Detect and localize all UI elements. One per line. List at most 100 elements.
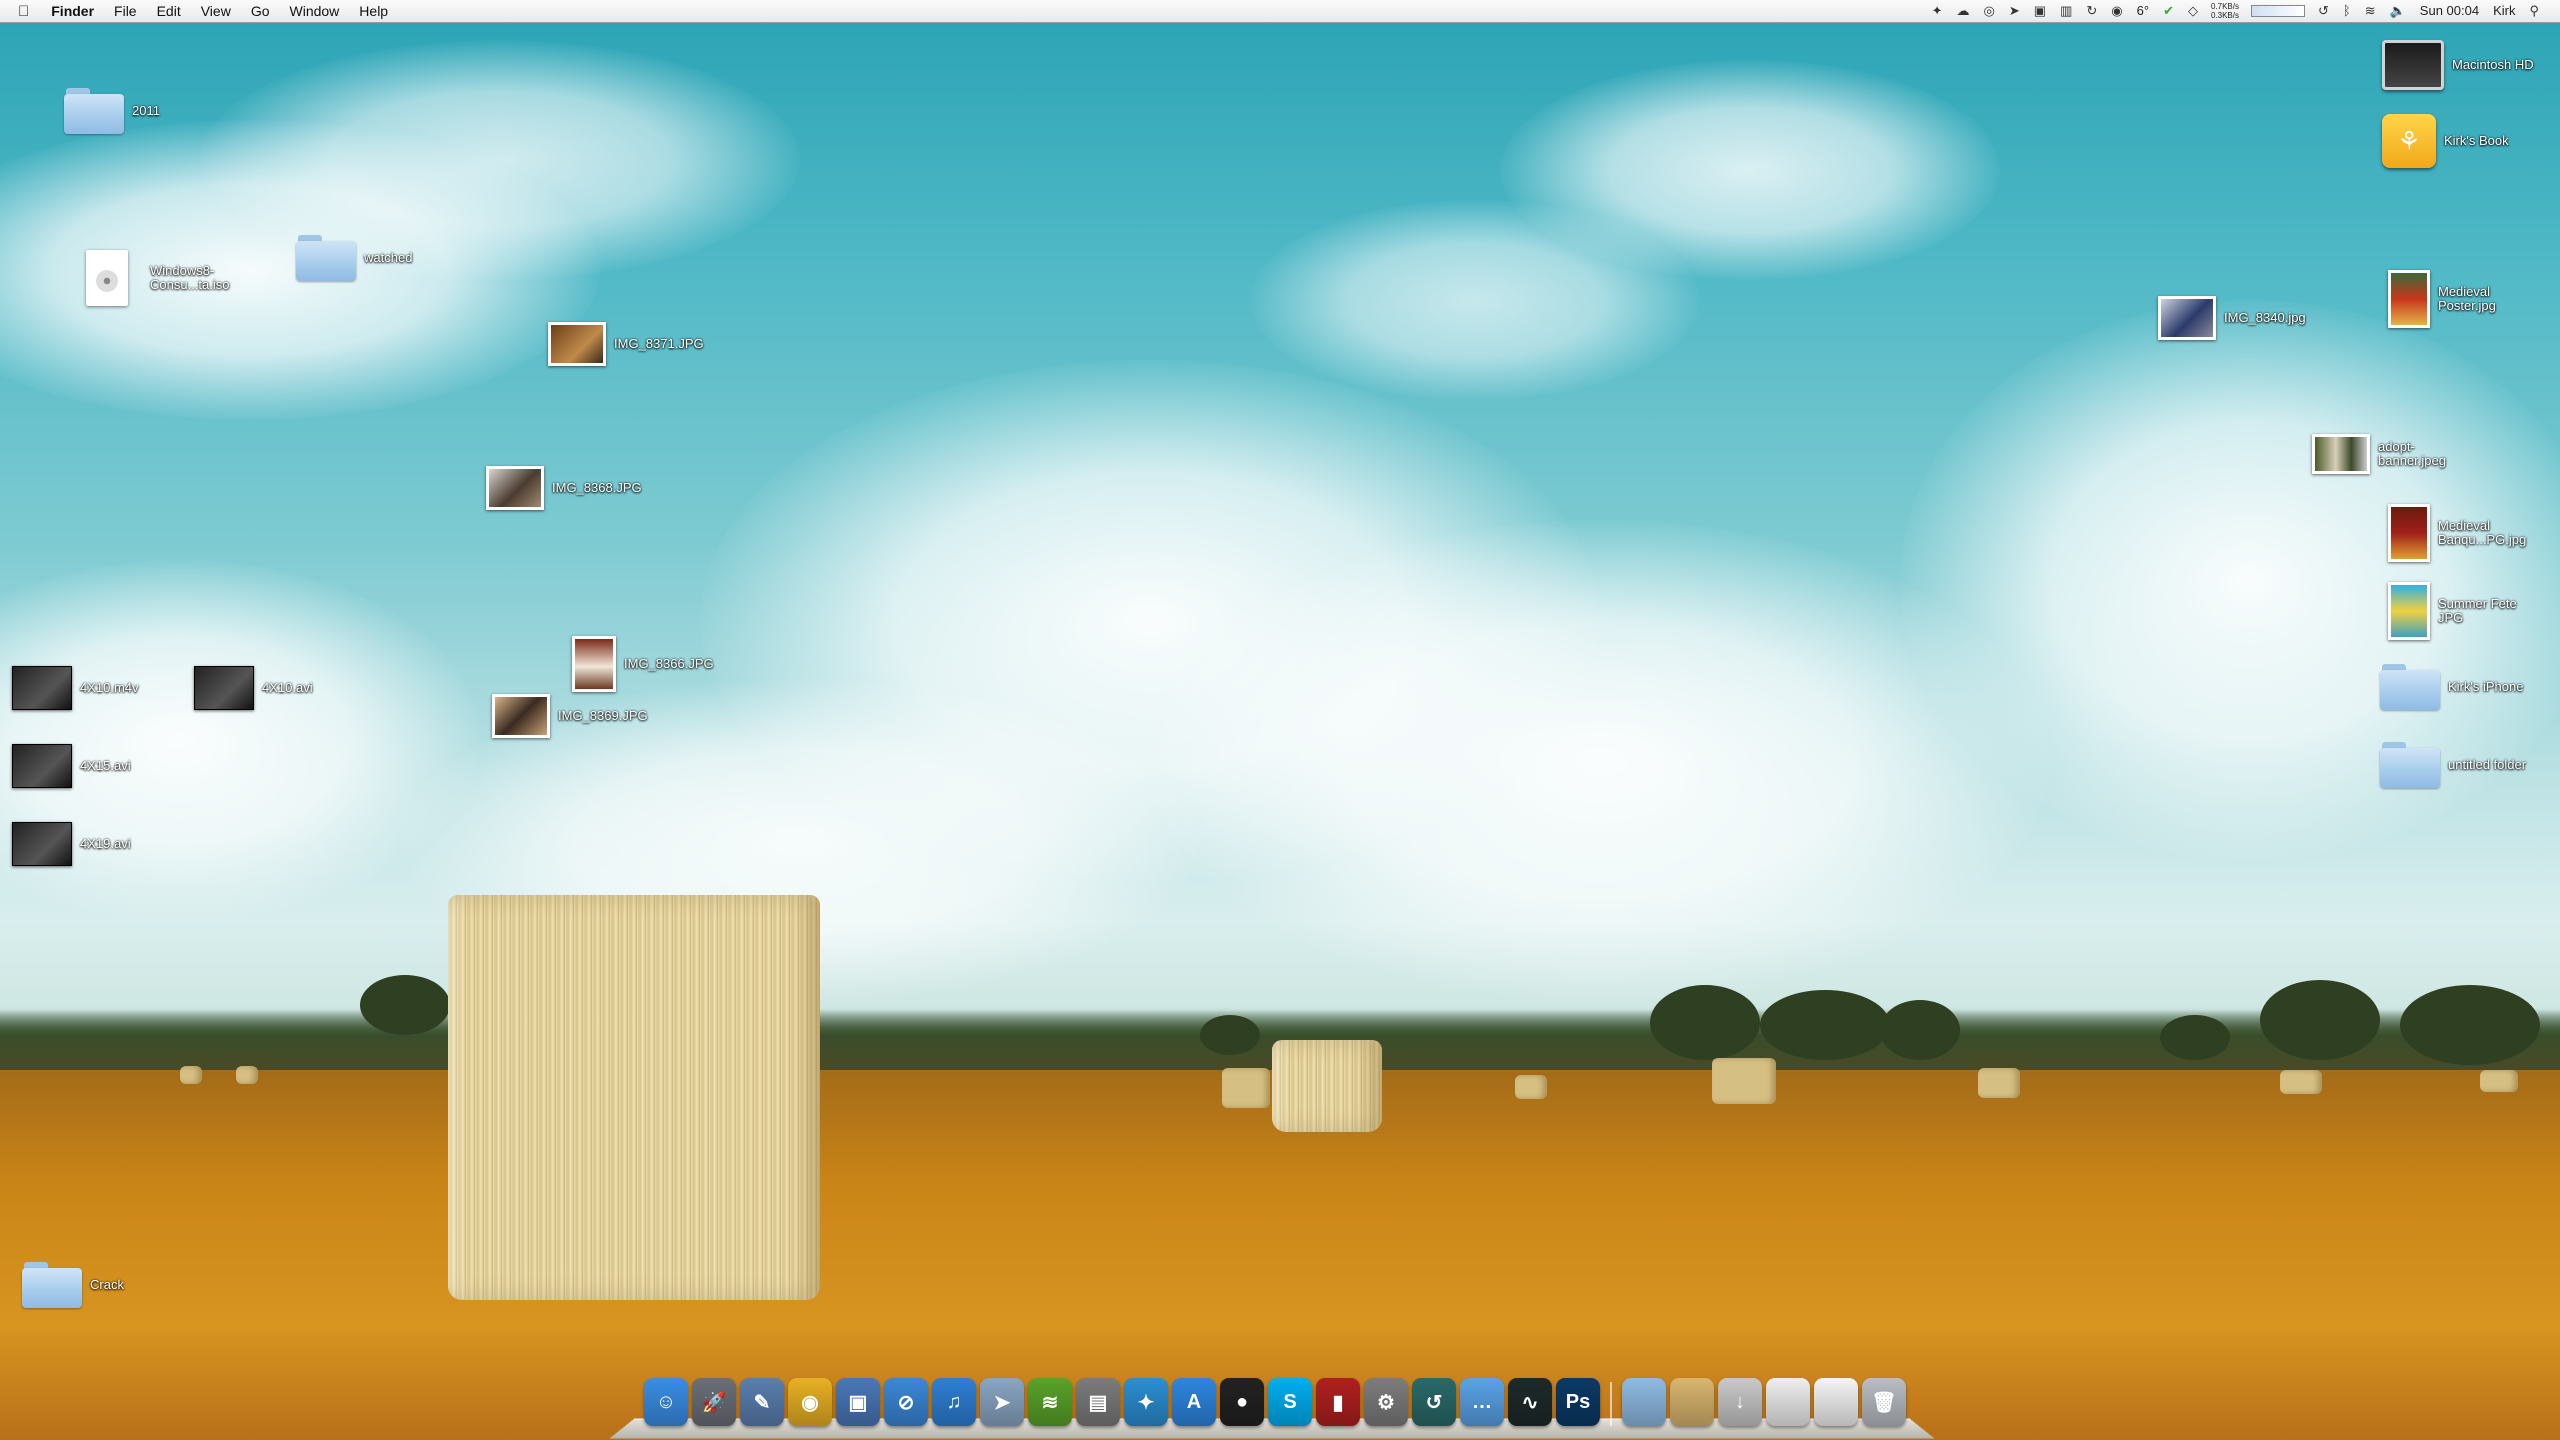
video-thumbnail — [12, 666, 72, 710]
activity-monitor-icon[interactable]: ∿ — [1508, 1378, 1552, 1426]
video-thumbnail — [12, 822, 72, 866]
photo-slideshow-icon[interactable]: ▮ — [1316, 1378, 1360, 1426]
desktop-icon-label: untitled folder — [2448, 757, 2527, 772]
applications-folder-icon[interactable] — [1622, 1378, 1666, 1426]
system-preferences-icon[interactable]: ⚙ — [1364, 1378, 1408, 1426]
menu-finder[interactable]: Finder — [41, 0, 104, 22]
desktop-file-img-8366[interactable]: IMG_8366.JPG — [572, 636, 714, 692]
desktop-icon-label: Kirk's iPhone — [2448, 679, 2524, 694]
chrome-icon[interactable]: ◉ — [788, 1378, 832, 1426]
record-status-icon[interactable]: ◉ — [2104, 0, 2129, 22]
network-speed[interactable]: 0.7KB/s 0.3KB/s — [2205, 2, 2245, 20]
desktop-icon-label: 2011 — [132, 103, 160, 118]
spotify-icon[interactable]: ≋ — [1028, 1378, 1072, 1426]
photoshop-icon[interactable]: Ps — [1556, 1378, 1600, 1426]
desktop-icon-label: adopt- banner.jpeg — [2378, 439, 2446, 468]
image-thumbnail — [486, 466, 544, 510]
desktop-folder-untitled[interactable]: untitled folder — [2380, 742, 2526, 788]
desktop-file-4x10-m4v[interactable]: 4X10.m4v — [12, 666, 139, 710]
location-status-icon[interactable]: ➤ — [2002, 0, 2027, 22]
desktop-folder-watched[interactable]: watched — [296, 235, 412, 281]
cpu-meter[interactable] — [2250, 5, 2305, 17]
cloud-status-icon[interactable]: ☁ — [1950, 0, 1977, 22]
dvd-player-icon[interactable]: ● — [1220, 1378, 1264, 1426]
time-machine-icon[interactable]: ↺ — [1412, 1378, 1456, 1426]
bluetooth-status-icon[interactable]: ᛒ — [2336, 0, 2358, 22]
desktop-file-4x15-avi[interactable]: 4X15.avi — [12, 744, 131, 788]
desktop-file-summer-fete[interactable]: Summer Fete JPG — [2388, 582, 2517, 640]
desktop-file-img-8368[interactable]: IMG_8368.JPG — [486, 466, 642, 510]
menu-go[interactable]: Go — [241, 0, 280, 22]
desktop-icon-label: Medieval Banqu...PG.jpg — [2438, 518, 2527, 547]
image-thumbnail — [548, 322, 606, 366]
photo-booth-icon[interactable]: ▤ — [1076, 1378, 1120, 1426]
menu-window[interactable]: Window — [280, 0, 350, 22]
dropbox-status-icon[interactable]: ◇ — [2181, 0, 2205, 22]
desktop-icon-label: IMG_8366.JPG — [624, 656, 714, 671]
desktop-file-img-8369[interactable]: IMG_8369.JPG — [492, 694, 648, 738]
network-download-rate: 0.3KB/s — [2210, 11, 2239, 20]
documents-stack-icon[interactable] — [1670, 1378, 1714, 1426]
menu-edit[interactable]: Edit — [147, 0, 191, 22]
desktop-folder-2011[interactable]: 2011 — [64, 88, 160, 134]
image-thumbnail — [572, 636, 616, 692]
desktop-file-medieval-banquet[interactable]: Medieval Banqu...PG.jpg — [2388, 504, 2526, 562]
finder-icon[interactable]: ☺ — [644, 1378, 688, 1426]
desktop-folder-crack[interactable]: Crack — [22, 1262, 124, 1308]
twitter-status-icon[interactable]: ✦ — [1925, 0, 1950, 22]
desktop-icon-label: Crack — [90, 1277, 124, 1292]
image-thumbnail — [2388, 582, 2430, 640]
image-thumbnail — [2312, 434, 2370, 474]
skype-icon[interactable]: S — [1268, 1378, 1312, 1426]
video-thumbnail — [194, 666, 254, 710]
menu-view[interactable]: View — [191, 0, 241, 22]
user-menu[interactable]: Kirk — [2486, 0, 2522, 22]
files-stack-icon[interactable] — [1814, 1378, 1858, 1426]
menu-bar:  Finder File Edit View Go Window Help ✦… — [0, 0, 2560, 23]
desktop-file-medieval-poster[interactable]: Medieval Poster.jpg — [2388, 270, 2496, 328]
menu-help[interactable]: Help — [349, 0, 398, 22]
app-store-icon[interactable]: A — [1172, 1378, 1216, 1426]
desktop-icon-label: IMG_8340.jpg — [2224, 310, 2306, 325]
checkmark-status-icon[interactable]: ✔ — [2156, 0, 2181, 22]
desktop-file-windows-iso[interactable]: Windows8- Consu...ta.iso — [86, 250, 230, 306]
trash-icon[interactable]: 🗑 — [1862, 1378, 1906, 1426]
safari-icon[interactable]: ⊘ — [884, 1378, 928, 1426]
menu-clock[interactable]: Sun 00:04 — [2413, 0, 2486, 22]
spotlight-search-icon[interactable]: ⚲ — [2522, 0, 2546, 22]
desktop-icon-label: Kirk's Book — [2444, 133, 2509, 148]
desktop-file-img-8340[interactable]: IMG_8340.jpg — [2158, 296, 2306, 340]
mail-icon[interactable]: ➤ — [980, 1378, 1024, 1426]
preview-icon[interactable]: ✎ — [740, 1378, 784, 1426]
weather-temperature[interactable]: 6° — [2130, 0, 2156, 22]
ipod-status-icon[interactable]: ▥ — [2053, 0, 2079, 22]
desktop-kirks-book[interactable]: ⚘ Kirk's Book — [2382, 114, 2509, 168]
menu-file[interactable]: File — [104, 0, 147, 22]
folder-icon — [22, 1262, 82, 1308]
disk-image-icon — [86, 250, 128, 306]
desktop-file-adopt-banner[interactable]: adopt- banner.jpeg — [2312, 434, 2446, 474]
desktop-icon-label: IMG_8369.JPG — [558, 708, 648, 723]
launchpad-icon[interactable]: 🚀 — [692, 1378, 736, 1426]
desktop-macintosh-hd[interactable]: Macintosh HD — [2382, 40, 2534, 90]
desktop-folder-kirks-iphone[interactable]: Kirk's iPhone — [2380, 664, 2523, 710]
desktop-file-4x19-avi[interactable]: 4X19.avi — [12, 822, 131, 866]
iphoto-icon[interactable]: ▣ — [836, 1378, 880, 1426]
itunes-icon[interactable]: ♫ — [932, 1378, 976, 1426]
messages-icon[interactable]: … — [1460, 1378, 1504, 1426]
desktop-wallpaper — [0, 0, 2560, 1440]
dock-separator — [1610, 1382, 1612, 1426]
twitter-icon[interactable]: ✦ — [1124, 1378, 1168, 1426]
desktop-file-4x10-avi[interactable]: 4X10.avi — [194, 666, 313, 710]
monitor-status-icon[interactable]: ▣ — [2027, 0, 2053, 22]
downloads-stack-icon[interactable]: ↓ — [1718, 1378, 1762, 1426]
desktop-file-img-8371[interactable]: IMG_8371.JPG — [548, 322, 704, 366]
desktop-icon-label: Windows8- Consu...ta.iso — [150, 263, 230, 292]
volume-status-icon[interactable]: 🔈 — [2383, 0, 2413, 22]
sync-status-icon[interactable]: ↻ — [2079, 0, 2104, 22]
screenshots-stack-icon[interactable] — [1766, 1378, 1810, 1426]
wifi-status-icon[interactable]: ≋ — [2358, 0, 2383, 22]
airplay-status-icon[interactable]: ◎ — [1977, 0, 2002, 22]
apple-menu-icon[interactable]:  — [0, 3, 41, 20]
time-machine-status-icon[interactable]: ↺ — [2311, 0, 2336, 22]
